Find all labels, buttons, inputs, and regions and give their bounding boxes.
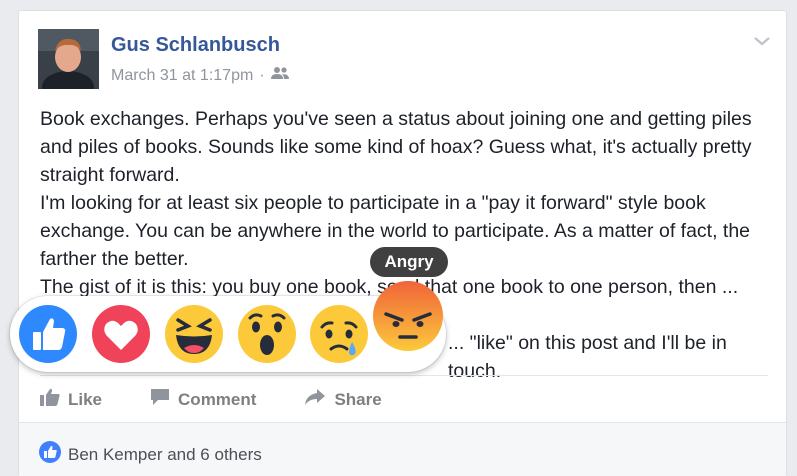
- comment-label: Comment: [178, 389, 257, 409]
- likes-summary[interactable]: Ben Kemper and 6 others: [39, 441, 262, 468]
- haha-reaction-button[interactable]: [164, 304, 224, 364]
- sad-face-icon: [310, 305, 368, 363]
- reaction-tooltip: Angry: [370, 247, 448, 277]
- friends-icon[interactable]: [270, 66, 289, 85]
- action-bar: Like Comment Share: [40, 375, 768, 423]
- comment-icon: [150, 388, 170, 411]
- post-card: Gus Schlanbusch March 31 at 1:17pm · Boo…: [18, 10, 787, 476]
- like-icon: [19, 305, 77, 363]
- post-timestamp[interactable]: March 31 at 1:17pm: [111, 67, 253, 85]
- meta-separator: ·: [259, 66, 265, 84]
- like-button[interactable]: Like: [40, 388, 102, 411]
- author-name[interactable]: Gus Schlanbusch: [111, 34, 280, 57]
- share-button[interactable]: Share: [304, 388, 382, 411]
- like-label: Like: [68, 389, 103, 409]
- comment-button[interactable]: Comment: [150, 388, 256, 411]
- share-icon: [304, 388, 326, 411]
- share-label: Share: [334, 389, 382, 409]
- angry-face-icon: [373, 281, 443, 351]
- post-meta: March 31 at 1:17pm ·: [111, 66, 289, 85]
- angry-reaction-button[interactable]: [372, 280, 444, 352]
- chevron-down-icon[interactable]: [752, 31, 772, 51]
- surprised-face-icon: [238, 305, 296, 363]
- wow-reaction-button[interactable]: [237, 304, 297, 364]
- likes-summary-text: Ben Kemper and 6 others: [68, 444, 262, 464]
- reactions-footer: Ben Kemper and 6 others: [19, 422, 786, 476]
- like-reaction-icon: [39, 441, 61, 468]
- reactions-popup: [10, 281, 446, 372]
- post-paragraph: Book exchanges. Perhaps you've seen a st…: [40, 108, 752, 186]
- thumbs-up-icon: [40, 388, 60, 411]
- love-reaction-button[interactable]: [91, 304, 151, 364]
- avatar[interactable]: [38, 29, 99, 89]
- laughing-face-icon: [165, 305, 223, 363]
- sad-reaction-button[interactable]: [309, 304, 369, 364]
- heart-icon: [92, 305, 150, 363]
- like-reaction-button[interactable]: [18, 304, 78, 364]
